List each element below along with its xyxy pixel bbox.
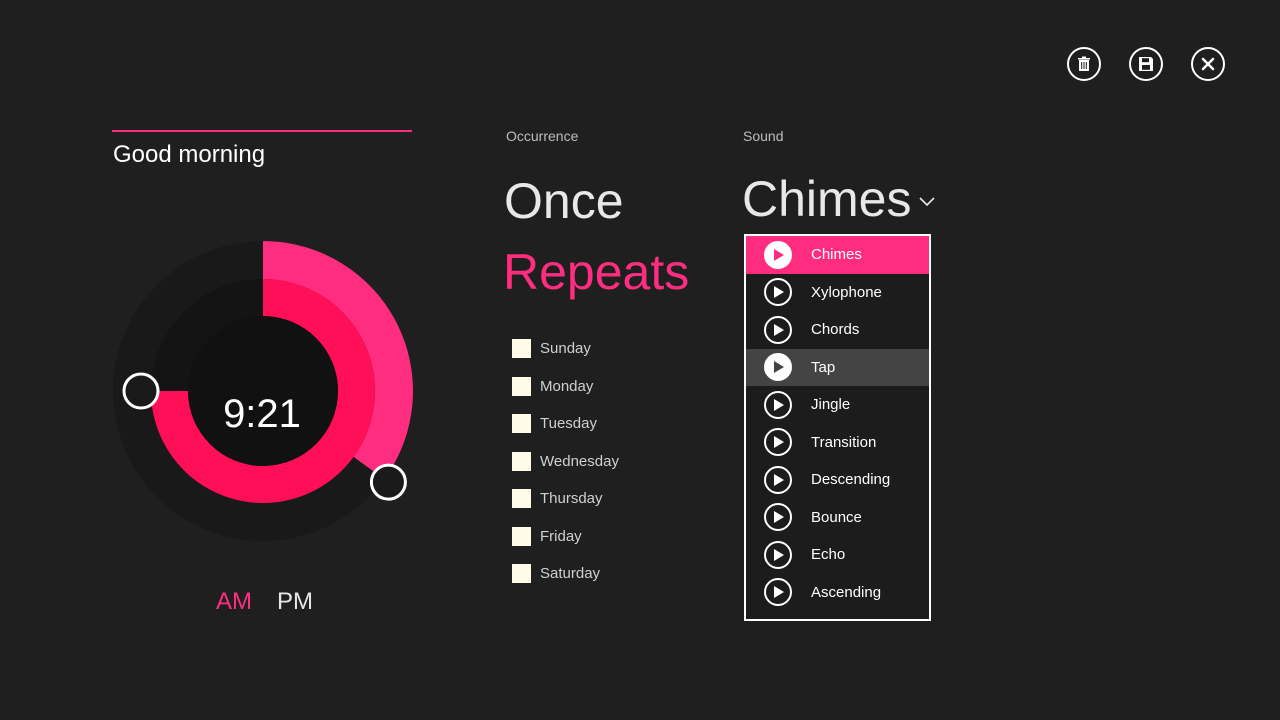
play-preview-button[interactable] <box>764 578 792 607</box>
play-icon <box>774 473 784 486</box>
sound-option-label: Chords <box>811 321 860 339</box>
sound-option[interactable]: Descending <box>746 461 929 499</box>
play-preview-button[interactable] <box>764 315 792 344</box>
play-icon <box>774 511 784 524</box>
play-icon <box>774 548 784 561</box>
occurrence-once-option[interactable]: Once <box>504 172 624 230</box>
pm-toggle[interactable]: PM <box>277 588 313 616</box>
day-wednesday[interactable]: Wednesday <box>512 443 619 481</box>
time-dial[interactable] <box>108 236 418 546</box>
sound-option-label: Descending <box>811 471 891 489</box>
play-preview-button[interactable] <box>764 353 792 382</box>
day-thursday[interactable]: Thursday <box>512 480 619 518</box>
save-button[interactable] <box>1129 47 1163 81</box>
checkbox[interactable] <box>512 414 531 434</box>
day-label: Sunday <box>540 340 591 358</box>
day-sunday[interactable]: Sunday <box>512 330 619 368</box>
sound-selected-value: Chimes <box>742 171 912 227</box>
repeat-days-list: Sunday Monday Tuesday Wednesday Thursday… <box>512 330 619 593</box>
play-icon <box>774 323 784 336</box>
sound-option-label: Bounce <box>811 508 862 526</box>
sound-option-label: Xylophone <box>811 283 882 301</box>
close-icon <box>1201 57 1215 71</box>
play-icon <box>774 436 784 449</box>
sound-dropdown[interactable]: Chimes <box>742 170 936 228</box>
sound-label: Sound <box>743 128 784 144</box>
dial-center <box>188 316 338 466</box>
delete-button[interactable] <box>1067 47 1101 81</box>
day-label: Friday <box>540 527 582 545</box>
sound-options-list: Chimes Xylophone Chords Tap Jingle Transition… <box>744 234 931 621</box>
play-icon <box>774 286 784 299</box>
alarm-name-underline <box>112 130 412 132</box>
chevron-down-icon <box>919 197 936 207</box>
checkbox[interactable] <box>512 376 531 396</box>
am-toggle[interactable]: AM <box>216 588 252 616</box>
sound-option-label: Echo <box>811 546 846 564</box>
time-display: 9:21 <box>223 392 301 436</box>
sound-option[interactable]: Echo <box>746 536 929 574</box>
play-preview-button[interactable] <box>764 540 792 569</box>
sound-option-label: Ascending <box>811 583 882 601</box>
sound-option-label: Jingle <box>811 396 851 414</box>
checkbox[interactable] <box>512 451 531 471</box>
sound-option[interactable]: Xylophone <box>746 274 929 312</box>
play-icon <box>774 248 784 261</box>
occurrence-repeats-option[interactable]: Repeats <box>503 243 689 301</box>
play-preview-button[interactable] <box>764 428 792 457</box>
sound-option[interactable]: Transition <box>746 424 929 462</box>
occurrence-label: Occurrence <box>506 128 579 144</box>
top-actions <box>1067 47 1225 81</box>
day-label: Wednesday <box>540 452 619 470</box>
save-icon <box>1139 57 1153 71</box>
day-friday[interactable]: Friday <box>512 518 619 556</box>
checkbox[interactable] <box>512 526 531 546</box>
sound-option[interactable]: Chimes <box>746 236 929 274</box>
sound-option-label: Chimes <box>811 246 862 264</box>
close-button[interactable] <box>1191 47 1225 81</box>
checkbox[interactable] <box>512 339 531 359</box>
play-preview-button[interactable] <box>764 503 792 532</box>
trash-icon <box>1078 56 1090 71</box>
sound-option-label: Transition <box>811 433 877 451</box>
day-monday[interactable]: Monday <box>512 368 619 406</box>
play-preview-button[interactable] <box>764 278 792 307</box>
sound-option[interactable]: Chords <box>746 311 929 349</box>
day-label: Saturday <box>540 565 601 583</box>
day-label: Thursday <box>540 490 603 508</box>
day-label: Tuesday <box>540 415 597 433</box>
play-icon <box>774 361 784 374</box>
day-saturday[interactable]: Saturday <box>512 555 619 593</box>
checkbox[interactable] <box>512 489 531 509</box>
sound-option[interactable]: Jingle <box>746 386 929 424</box>
alarm-name-field[interactable]: Good morning <box>113 141 265 169</box>
sound-option[interactable]: Tap <box>746 348 929 386</box>
play-icon <box>774 586 784 599</box>
sound-option[interactable]: Ascending <box>746 574 929 612</box>
play-preview-button[interactable] <box>764 390 792 419</box>
checkbox[interactable] <box>512 564 531 584</box>
sound-option[interactable]: Bounce <box>746 499 929 537</box>
play-preview-button[interactable] <box>764 240 792 269</box>
day-label: Monday <box>540 377 594 395</box>
play-preview-button[interactable] <box>764 465 792 494</box>
day-tuesday[interactable]: Tuesday <box>512 405 619 443</box>
play-icon <box>774 398 784 411</box>
minute-handle[interactable] <box>369 463 407 501</box>
sound-option-label: Tap <box>811 358 836 376</box>
